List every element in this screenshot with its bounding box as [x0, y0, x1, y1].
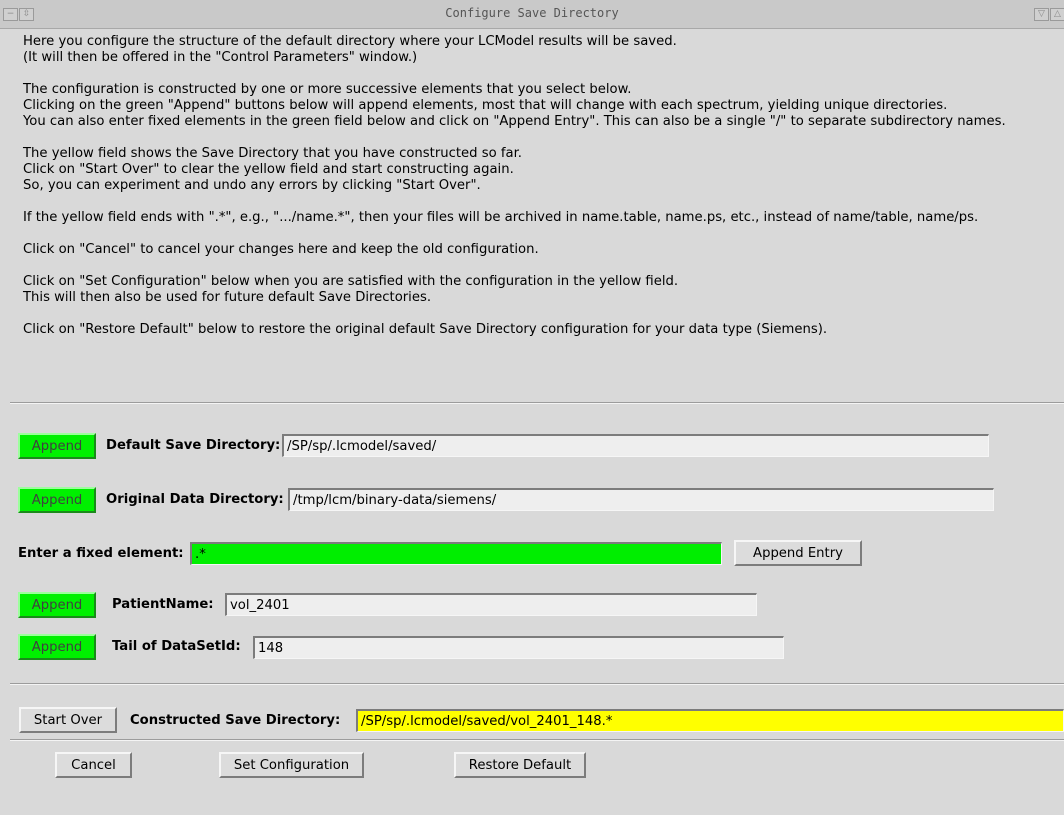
instruction-paragraph: Click on "Restore Default" below to rest… — [23, 322, 828, 337]
default-save-field[interactable]: /SP/sp/.lcmodel/saved/ — [282, 434, 989, 457]
fixed-element-label: Enter a fixed element: — [18, 546, 184, 561]
separator — [10, 402, 1064, 404]
constructed-save-label: Constructed Save Directory: — [130, 713, 341, 728]
instruction-paragraph: The configuration is constructed by one … — [23, 82, 1006, 129]
append-dataset-tail-button[interactable]: Append — [18, 634, 96, 660]
title-bar: − ⇳ Configure Save Directory ▽ △ — [0, 0, 1064, 29]
maximize-icon[interactable]: △ — [1050, 8, 1064, 21]
append-entry-button[interactable]: Append Entry — [734, 540, 862, 566]
constructed-save-field[interactable]: /SP/sp/.lcmodel/saved/vol_2401_148.* — [356, 709, 1064, 732]
cancel-button[interactable]: Cancel — [55, 752, 132, 778]
instruction-paragraph: If the yellow field ends with ".*", e.g.… — [23, 210, 979, 225]
separator — [10, 683, 1064, 685]
window-title: Configure Save Directory — [445, 6, 619, 20]
set-configuration-button[interactable]: Set Configuration — [219, 752, 364, 778]
separator — [10, 739, 1064, 741]
append-default-save-button[interactable]: Append — [18, 433, 96, 459]
start-over-button[interactable]: Start Over — [19, 707, 117, 733]
patient-name-field[interactable]: vol_2401 — [225, 593, 757, 616]
restore-default-button[interactable]: Restore Default — [454, 752, 586, 778]
default-save-label: Default Save Directory: — [106, 438, 281, 453]
original-data-field[interactable]: /tmp/lcm/binary-data/siemens/ — [288, 488, 994, 511]
fixed-element-input[interactable]: .* — [190, 542, 722, 565]
append-patient-name-button[interactable]: Append — [18, 592, 96, 618]
dataset-tail-field[interactable]: 148 — [253, 636, 784, 659]
instruction-paragraph: Click on "Cancel" to cancel your changes… — [23, 242, 539, 257]
patient-name-label: PatientName: — [112, 597, 214, 612]
instruction-paragraph: The yellow field shows the Save Director… — [23, 146, 522, 193]
instructions-text: Here you configure the structure of the … — [23, 34, 1063, 354]
append-original-data-button[interactable]: Append — [18, 487, 96, 513]
instruction-paragraph: Click on "Set Configuration" below when … — [23, 274, 679, 305]
original-data-label: Original Data Directory: — [106, 492, 284, 507]
minimize-icon[interactable]: ▽ — [1034, 8, 1049, 21]
dataset-tail-label: Tail of DataSetId: — [112, 639, 241, 654]
instruction-paragraph: Here you configure the structure of the … — [23, 34, 677, 65]
